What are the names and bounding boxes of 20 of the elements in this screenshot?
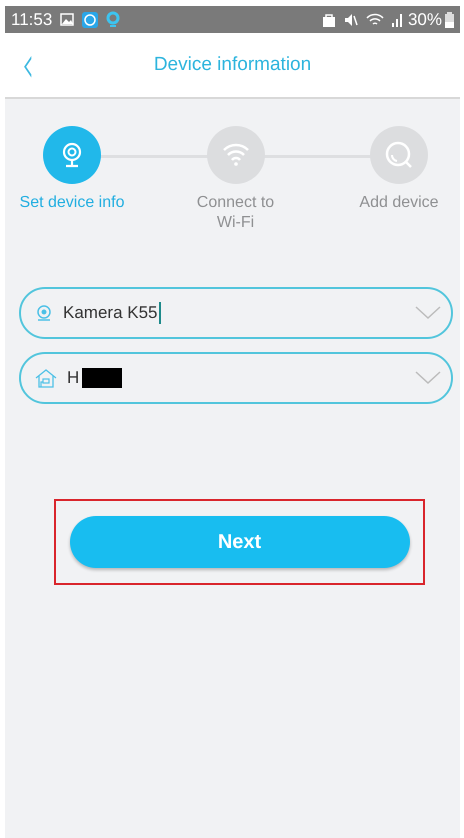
battery-icon [445, 12, 454, 28]
mute-icon [344, 12, 358, 26]
device-select-field[interactable]: Kamera K55 [19, 287, 453, 339]
wifi-icon [366, 12, 384, 26]
battery-percent: 30% [408, 10, 442, 30]
step-label: Connect to Wi-Fi [196, 193, 276, 233]
camera-icon [35, 304, 53, 322]
step-label: Add device [359, 193, 439, 213]
house-icon [35, 368, 57, 388]
device-select-field[interactable]: H [19, 352, 453, 404]
app-icon [82, 12, 98, 28]
signal-icon [392, 12, 404, 26]
chevron-down-icon [415, 306, 441, 320]
chevron-down-icon [415, 371, 441, 385]
gallery-icon [60, 13, 74, 26]
status-time: 11:53 [11, 10, 52, 30]
field-value: Kamera K55 [63, 303, 158, 323]
page-title: Device information [154, 54, 312, 75]
field-value: H [67, 368, 80, 388]
step-label: Set device info [20, 193, 124, 213]
